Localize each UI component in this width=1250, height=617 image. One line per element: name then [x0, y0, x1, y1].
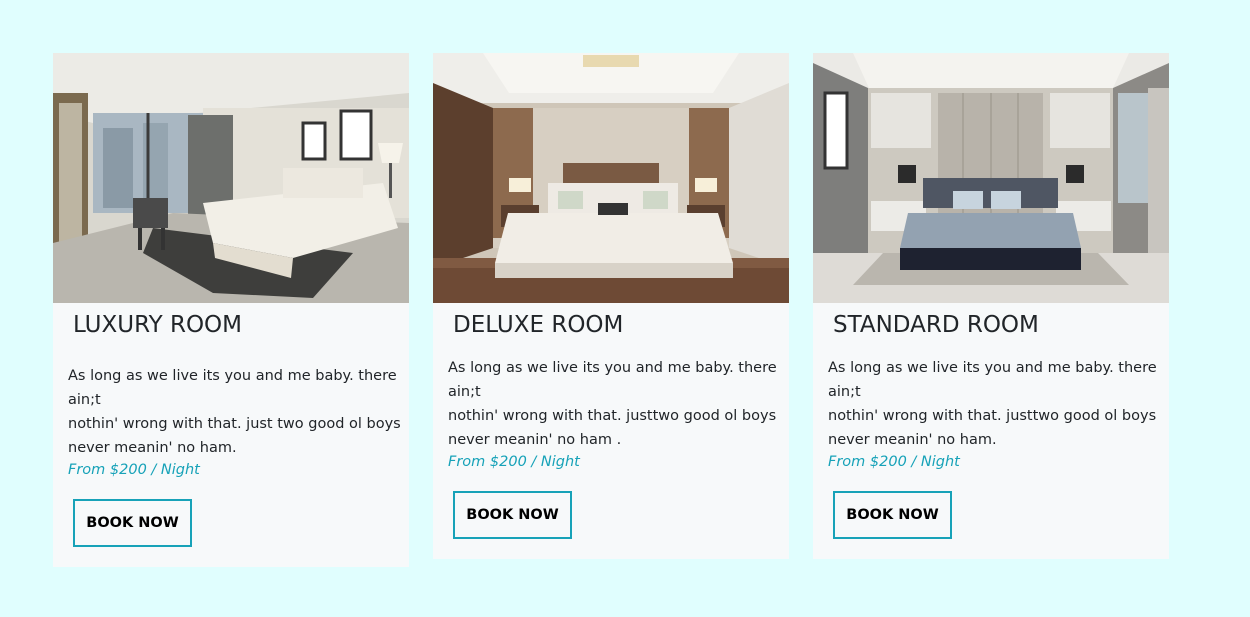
description-line: As long as we live its you and me baby. … [828, 360, 1157, 376]
book-now-button[interactable]: BOOK NOW [453, 491, 572, 539]
book-now-button[interactable]: BOOK NOW [73, 499, 192, 547]
room-card-luxury: LUXURY ROOM As long as we live its you a… [53, 53, 409, 567]
room-title: LUXURY ROOM [73, 312, 242, 338]
room-card-deluxe: DELUXE ROOM As long as we live its you a… [433, 53, 789, 559]
room-description: As long as we live its you and me baby. … [448, 356, 783, 452]
description-line: nothin' wrong with that. justtwo good ol… [828, 408, 1157, 424]
description-line: As long as we live its you and me baby. … [448, 360, 777, 376]
description-line: ain;t [448, 384, 481, 400]
room-price: From $200 / Night [828, 454, 960, 470]
room-photo [433, 53, 789, 303]
room-photo [813, 53, 1169, 303]
book-now-button[interactable]: BOOK NOW [833, 491, 952, 539]
description-line: never meanin' no ham. [68, 440, 237, 456]
room-description: As long as we live its you and me baby. … [828, 356, 1163, 452]
room-price: From $200 / Night [68, 462, 200, 478]
room-photo [53, 53, 409, 303]
room-price: From $200 / Night [448, 454, 580, 470]
description-line: ain;t [828, 384, 861, 400]
room-description: As long as we live its you and me baby. … [68, 364, 403, 460]
room-card-standard: STANDARD ROOM As long as we live its you… [813, 53, 1169, 559]
description-line: ain;t [68, 392, 101, 408]
description-line: never meanin' no ham. [828, 432, 997, 448]
description-line: nothin' wrong with that. just two good o… [68, 416, 401, 432]
description-line: nothin' wrong with that. justtwo good ol… [448, 408, 777, 424]
room-title: DELUXE ROOM [453, 312, 624, 338]
room-title: STANDARD ROOM [833, 312, 1039, 338]
description-line: never meanin' no ham . [448, 432, 622, 448]
description-line: As long as we live its you and me baby. … [68, 368, 397, 384]
